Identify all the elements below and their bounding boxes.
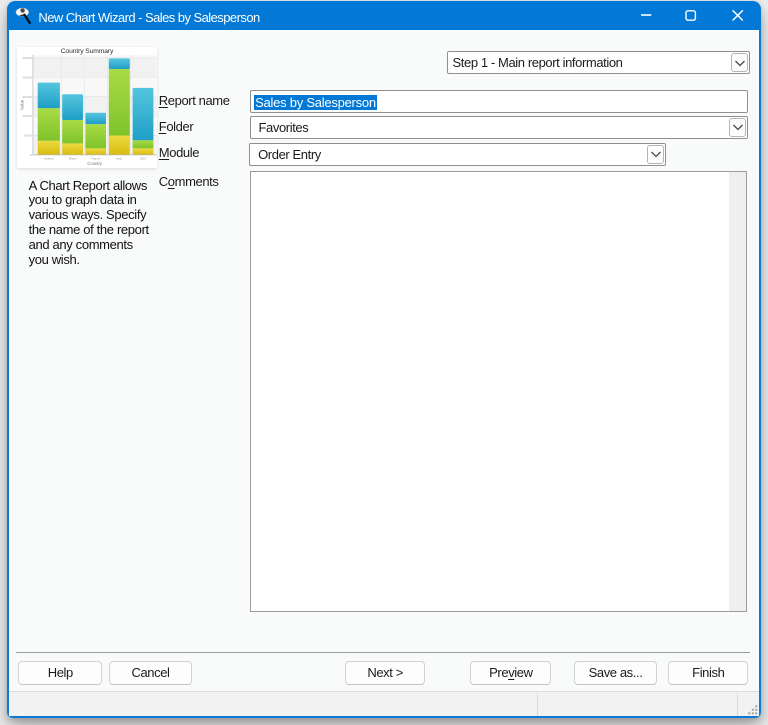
svg-text:25,000: 25,000 (22, 56, 32, 60)
svg-text:0: 0 (30, 152, 32, 156)
svg-text:Brazil: Brazil (69, 156, 77, 160)
svg-text:Country Summary: Country Summary (61, 48, 114, 55)
svg-text:10,000: 10,000 (22, 114, 32, 118)
svg-text:5,000: 5,000 (24, 133, 32, 137)
svg-text:USA: USA (140, 156, 147, 160)
svg-text:France: France (91, 156, 101, 160)
svg-text:Value: Value (20, 99, 25, 110)
svg-text:20,000: 20,000 (22, 75, 32, 79)
svg-text:Country: Country (87, 161, 103, 166)
svg-text:15,000: 15,000 (22, 94, 32, 98)
svg-text:Austria: Austria (44, 156, 54, 160)
svg-text:Italy: Italy (116, 156, 122, 160)
